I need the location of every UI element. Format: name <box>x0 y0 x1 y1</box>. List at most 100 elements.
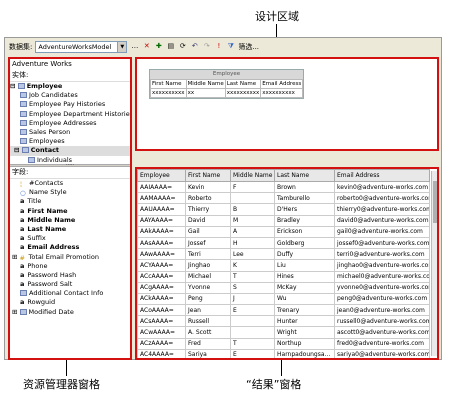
table-cell: Liu <box>274 259 335 272</box>
table-row[interactable]: AC4AAAA= Sariya E Harnpadoungsa... sariya0@a… <box>137 348 430 358</box>
table-cell: Jossef <box>185 236 231 250</box>
design-sample-cell: xx <box>185 88 226 98</box>
table-cell: AAYAAAA= <box>137 214 186 227</box>
redo-icon[interactable]: ↷ <box>202 42 211 51</box>
text-field-icon: a <box>20 206 25 215</box>
table-cell: H <box>230 236 275 250</box>
more-icon[interactable]: … <box>130 42 139 51</box>
table-row[interactable]: AAsAAAA= Jossef H Goldberg jossef0@adventure… <box>137 236 430 250</box>
design-column-header[interactable]: Last Name <box>224 79 262 89</box>
table-cell: Goldberg <box>274 236 335 250</box>
table-cell: ACsAAAA= <box>137 315 186 328</box>
design-column-header[interactable]: Middle Name <box>185 79 226 89</box>
chevron-down-icon[interactable]: ▼ <box>117 41 127 52</box>
results-scrollbar[interactable] <box>431 171 437 356</box>
report-builder-window: 数据集: AdventureWorksModel ▼ … ✕ ✚ ▤ ⟳ ↶ ↷… <box>4 37 442 360</box>
callout-design-area: 设计区域 <box>255 10 299 23</box>
entity-item[interactable]: Employee Department Histories <box>10 110 130 119</box>
field-item[interactable]: ⊞ Modified Date <box>10 308 130 317</box>
field-item[interactable]: Additional Contact Info <box>10 289 130 298</box>
table-row[interactable]: ACsAAAA= Russell Hunter russell0@adventure-… <box>137 315 430 328</box>
table-cell: McKay <box>274 281 335 294</box>
entity-item[interactable]: Job Candidates <box>10 91 130 100</box>
table-row[interactable]: ACkAAAA= Peng J Wu peng0@adventure-works.com <box>137 292 430 306</box>
table-row[interactable]: AAwAAAA= Terri Lee Duffy terri0@adventure-wo… <box>137 248 430 261</box>
table-cell: Tamburello <box>274 192 335 205</box>
scrollbar-thumb[interactable] <box>433 181 437 223</box>
entity-item[interactable]: Sales Person <box>10 128 130 137</box>
field-item[interactable]: a Password Hash <box>10 271 130 280</box>
delete-icon[interactable]: ✕ <box>142 42 151 51</box>
table-row[interactable]: ACzAAAA= Fred T Northup fred0@adventure-work… <box>137 337 430 350</box>
field-item[interactable]: a First Name <box>10 207 130 216</box>
table-row[interactable]: AAIAAAA= Kevin F Brown kevin0@adventure-work… <box>137 180 430 194</box>
table-cell: A. Scott <box>185 326 231 339</box>
table-row[interactable]: ACoAAAA= Jean E Trenary jean0@adventure-work… <box>137 304 430 317</box>
design-area[interactable]: Employee First Name Middle Name Last Nam… <box>135 57 439 151</box>
design-column-header[interactable]: First Name <box>150 79 187 89</box>
table-row[interactable]: AAkAAAA= Gail A Erickson gail0@adventure-wor… <box>137 225 430 238</box>
results-pane: Employee First Name Middle Name Last Nam… <box>135 167 439 360</box>
table-cell: Peng <box>185 292 231 306</box>
undo-icon[interactable]: ↶ <box>190 42 199 51</box>
field-item[interactable]: a Phone <box>10 262 130 271</box>
table-cell: AAUAAAA= <box>137 203 186 216</box>
add-icon[interactable]: ✚ <box>154 42 163 51</box>
properties-icon[interactable]: ▤ <box>166 42 175 51</box>
table-cell: Northup <box>274 337 335 350</box>
field-item[interactable]: ¦ #Contacts <box>10 179 130 188</box>
table-row[interactable]: AAMAAAA= Roberto Tamburello roberto0@advent… <box>137 192 430 205</box>
entity-item-selected[interactable]: ⊟ Contact <box>10 146 130 156</box>
callout-line-explorer <box>66 358 67 376</box>
table-row[interactable]: AAUAAAA= Thierry B D'Hers thierry0@adventure… <box>137 203 430 216</box>
field-item[interactable]: ○ Name Style <box>10 188 130 197</box>
table-row[interactable]: ACcAAAA= Michael T Hines michael0@adventure-… <box>137 270 430 283</box>
column-header[interactable]: Last Name <box>274 169 335 182</box>
column-header[interactable]: Employee <box>137 169 186 182</box>
column-header[interactable]: Email Address <box>334 169 430 182</box>
field-item[interactable]: a Title <box>10 197 130 206</box>
field-item[interactable]: a Suffix <box>10 234 130 243</box>
column-header[interactable]: First Name <box>185 169 231 182</box>
table-row[interactable]: ACgAAAA= Yvonne S McKay yvonne0@adventure-wo… <box>137 281 430 294</box>
text-field-icon: a <box>20 224 25 233</box>
dataset-value: AdventureWorksModel <box>38 42 112 51</box>
table-row[interactable]: ACwAAAA= A. Scott Wright ascott0@adventure-… <box>137 326 430 339</box>
entity-item[interactable]: Employee Pay Histories <box>10 100 130 109</box>
entity-item[interactable]: Employee Addresses <box>10 119 130 128</box>
table-cell: ACwAAAA= <box>137 326 186 339</box>
table-row[interactable]: ACYAAAA= Jinghao K Liu jinghao0@adventure-wo… <box>137 259 430 272</box>
fields-label: 字段: <box>12 168 29 176</box>
field-item[interactable]: a Rowguid <box>10 298 130 307</box>
field-item[interactable]: a Last Name <box>10 225 130 234</box>
table-cell <box>230 192 275 205</box>
entity-tree: ⊟ Employee Job Candidates Employee Pay H… <box>10 81 130 164</box>
filter-icon[interactable]: ⧩ <box>226 42 235 51</box>
table-cell: Sariya <box>185 348 231 358</box>
date-field-icon <box>19 308 27 315</box>
table-cell <box>230 315 275 328</box>
refresh-icon[interactable]: ⟳ <box>178 42 187 51</box>
field-item[interactable]: a Middle Name <box>10 216 130 225</box>
table-cell: ACgAAAA= <box>137 281 186 294</box>
field-item[interactable]: a Password Salt <box>10 280 130 289</box>
design-table[interactable]: Employee First Name Middle Name Last Nam… <box>149 69 304 99</box>
xml-field-icon <box>20 290 27 297</box>
dataset-combo[interactable]: AdventureWorksModel ▼ <box>35 40 128 53</box>
table-cell: michael0@adventure-works.com <box>334 270 430 283</box>
results-header-row: Employee First Name Middle Name Last Nam… <box>137 169 430 182</box>
table-cell: D'Hers <box>274 203 335 216</box>
entity-icon <box>20 119 27 126</box>
column-header[interactable]: Middle Name <box>230 169 275 182</box>
design-column-header[interactable]: Email Address <box>260 79 304 89</box>
run-icon[interactable]: ! <box>214 42 223 51</box>
entity-item[interactable]: Employees <box>10 137 130 146</box>
table-row[interactable]: AAYAAAA= David M Bradley david0@adventure-wo… <box>137 214 430 227</box>
entity-icon <box>20 138 27 145</box>
field-item[interactable]: a Email Address <box>10 243 130 252</box>
filter-button[interactable]: 筛选... <box>238 42 259 52</box>
entity-root[interactable]: ⊟ Employee <box>10 82 130 91</box>
field-item[interactable]: ⊞ # Total Email Promotion <box>10 253 130 262</box>
design-sample-cell: xxxxxxxxxx <box>224 88 262 98</box>
table-cell: David <box>185 214 231 227</box>
